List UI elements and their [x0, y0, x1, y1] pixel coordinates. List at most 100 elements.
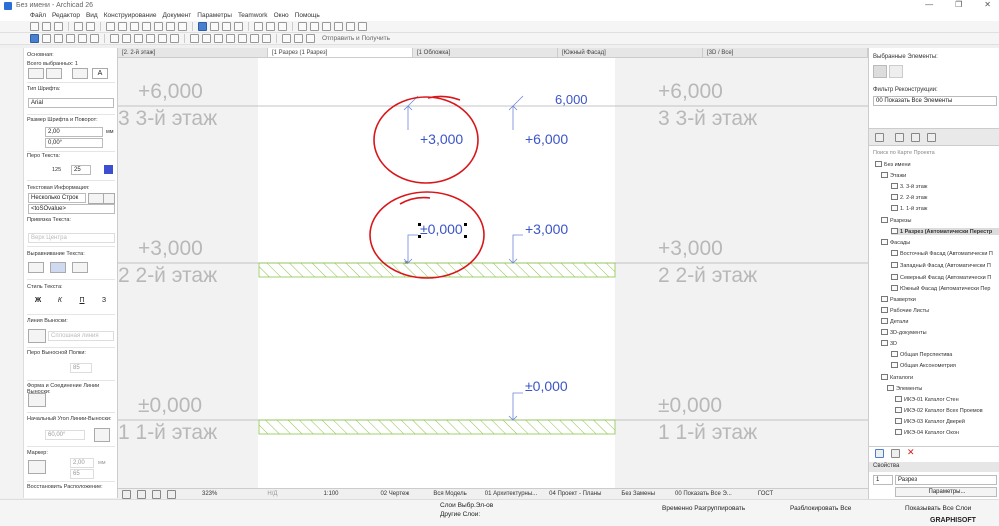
- font-size-input[interactable]: 2,00: [45, 127, 103, 137]
- slab-tool-icon[interactable]: [142, 22, 151, 31]
- level-marker-plus3000-a[interactable]: +3,000: [420, 131, 463, 147]
- publisher-sets-icon[interactable]: [927, 133, 936, 142]
- model-view-icon[interactable]: [322, 22, 331, 31]
- publish-button[interactable]: Отправить и Получить: [322, 35, 390, 42]
- roof-tool-icon[interactable]: [154, 22, 163, 31]
- scale-select[interactable]: 1:100: [323, 491, 338, 497]
- delete-icon[interactable]: ✕: [907, 447, 915, 458]
- tree-story-1[interactable]: 1. 1-й этаж: [891, 205, 928, 212]
- move-icon[interactable]: [190, 34, 199, 43]
- level-marker-6000-top[interactable]: 6,000: [555, 92, 588, 107]
- save-icon[interactable]: [54, 22, 63, 31]
- trim-icon[interactable]: [238, 34, 247, 43]
- text-color-icon[interactable]: A: [92, 68, 108, 79]
- zoom-in-icon[interactable]: [152, 489, 161, 499]
- property-id-field[interactable]: 1: [873, 475, 893, 485]
- temporary-ungroup-button[interactable]: Временно Разгруппировать: [662, 505, 745, 512]
- window-tool-icon[interactable]: [178, 22, 187, 31]
- anchor-select[interactable]: Верх Центра: [28, 233, 115, 243]
- elevation-icon[interactable]: [222, 22, 231, 31]
- renovation-filter-select[interactable]: 00 Показать Все Элементы: [873, 96, 997, 106]
- level-marker-plus3000-b[interactable]: +3,000: [525, 221, 568, 237]
- tree-perspective[interactable]: Общая Перспектива: [891, 351, 952, 358]
- tab-south-elevation[interactable]: [Южный Фасад]: [558, 48, 703, 57]
- model-view-select[interactable]: Вся Модель: [433, 491, 466, 497]
- align-right-icon[interactable]: [72, 262, 88, 273]
- angle-lock-icon[interactable]: [94, 428, 110, 442]
- menu-file[interactable]: Файл: [30, 11, 46, 21]
- arc-tool-icon[interactable]: [122, 34, 131, 43]
- pen-input[interactable]: 25: [71, 165, 91, 175]
- door-tool-icon[interactable]: [166, 22, 175, 31]
- tree-section-1[interactable]: 1 Разрез (Автоматически Перестр: [891, 228, 999, 235]
- zoom-in-icon[interactable]: [254, 22, 263, 31]
- strikethrough-button[interactable]: З: [96, 296, 112, 307]
- renovation-icon[interactable]: [346, 22, 355, 31]
- property-name-field[interactable]: Разрез: [895, 475, 997, 485]
- tab-section-1[interactable]: [1 Разрез (1 Разрез]: [268, 48, 413, 57]
- zoom-out-icon[interactable]: [167, 489, 176, 499]
- orientation-value[interactable]: Н/Д: [267, 491, 277, 497]
- zoom-level[interactable]: 323%: [202, 491, 217, 497]
- anchor-icon[interactable]: [72, 68, 88, 79]
- tree-schedule-windows[interactable]: ИКЭ-04 Каталог Окон: [895, 429, 959, 436]
- tab-3d[interactable]: [3D / Все]: [703, 48, 868, 57]
- tree-axonometry[interactable]: Общая Аксонометрия: [891, 362, 956, 369]
- tree-schedules[interactable]: Каталоги: [881, 374, 913, 381]
- marker-size-input[interactable]: 2,00: [70, 458, 94, 468]
- dimension-select[interactable]: 04 Проект - Планы: [549, 491, 601, 497]
- layers-icon[interactable]: [298, 22, 307, 31]
- dimension-tool-icon[interactable]: [78, 34, 87, 43]
- tree-story-2[interactable]: 2. 2-й этаж: [891, 194, 928, 201]
- menu-edit[interactable]: Редактор: [52, 11, 80, 21]
- group-icon[interactable]: [282, 34, 291, 43]
- menu-window[interactable]: Окно: [274, 11, 289, 21]
- structural-icon[interactable]: [358, 22, 367, 31]
- unlock-all-button[interactable]: Разблокировать Все: [790, 505, 851, 512]
- maximize-button[interactable]: ❐: [955, 0, 962, 9]
- menu-help[interactable]: Помощь: [295, 11, 320, 21]
- redo-view-icon[interactable]: [137, 489, 146, 499]
- level-marker-zero-b[interactable]: ±0,000: [525, 378, 568, 394]
- rotation-input[interactable]: 0,00°: [45, 138, 103, 148]
- bold-button[interactable]: Ж: [30, 296, 46, 307]
- lock-icon[interactable]: [306, 34, 315, 43]
- label-type-icon[interactable]: [28, 68, 44, 79]
- offset-icon[interactable]: [226, 34, 235, 43]
- adjust-icon[interactable]: [262, 34, 271, 43]
- mirror-icon[interactable]: [214, 34, 223, 43]
- project-map-search[interactable]: Поиск по Карте Проекта: [873, 150, 935, 156]
- menu-view[interactable]: Вид: [86, 11, 98, 21]
- tree-south-elevation[interactable]: Южный Фасад (Автоматически Пер: [891, 285, 991, 292]
- text-content-field[interactable]: <toSOvalue>: [28, 204, 115, 214]
- selection-layers-button[interactable]: Слои Выбр.Эл-ов: [440, 502, 493, 509]
- menu-teamwork[interactable]: Teamwork: [238, 11, 268, 21]
- layer-combination-select[interactable]: 02 Чертеж: [380, 491, 409, 497]
- floor-plan-icon[interactable]: [198, 22, 207, 31]
- undo-icon[interactable]: [74, 22, 83, 31]
- tree-interior-elevations[interactable]: Развертки: [881, 296, 916, 303]
- selection-icon[interactable]: [873, 65, 887, 78]
- tree-schedule-doors[interactable]: ИКЭ-03 Каталог Дверей: [895, 418, 965, 425]
- italic-button[interactable]: К: [52, 296, 68, 307]
- tree-worksheets[interactable]: Рабочие Листы: [881, 307, 929, 314]
- align-center-icon[interactable]: [50, 262, 66, 273]
- arrow-tool-icon[interactable]: [30, 34, 39, 43]
- leader-pen-input[interactable]: 85: [70, 363, 92, 373]
- section-drawing-canvas[interactable]: × +6,000 3 3-й этаж +6,000 3 3-й этаж +3…: [118, 58, 868, 488]
- marker-pen-input[interactable]: 65: [70, 469, 94, 479]
- level-dimension-icon[interactable]: [90, 34, 99, 43]
- tree-story-3[interactable]: 3. 3-й этаж: [891, 183, 928, 190]
- tree-3d[interactable]: 3D: [881, 340, 897, 347]
- wall-tool-icon[interactable]: [106, 22, 115, 31]
- project-map-icon[interactable]: [875, 133, 884, 142]
- add-view-icon[interactable]: [875, 449, 884, 458]
- leader-line-select[interactable]: Сплошная линия: [48, 331, 114, 341]
- level-marker-zero-selected[interactable]: ±0,000: [420, 221, 463, 237]
- underline-button[interactable]: П: [74, 296, 90, 307]
- minimize-button[interactable]: —: [925, 0, 933, 9]
- tree-schedule-walls[interactable]: ИКЭ-01 Каталог Стен: [895, 396, 959, 403]
- new-icon[interactable]: [30, 22, 39, 31]
- fill-tool-icon[interactable]: [170, 34, 179, 43]
- leader-type-icon[interactable]: [28, 329, 46, 343]
